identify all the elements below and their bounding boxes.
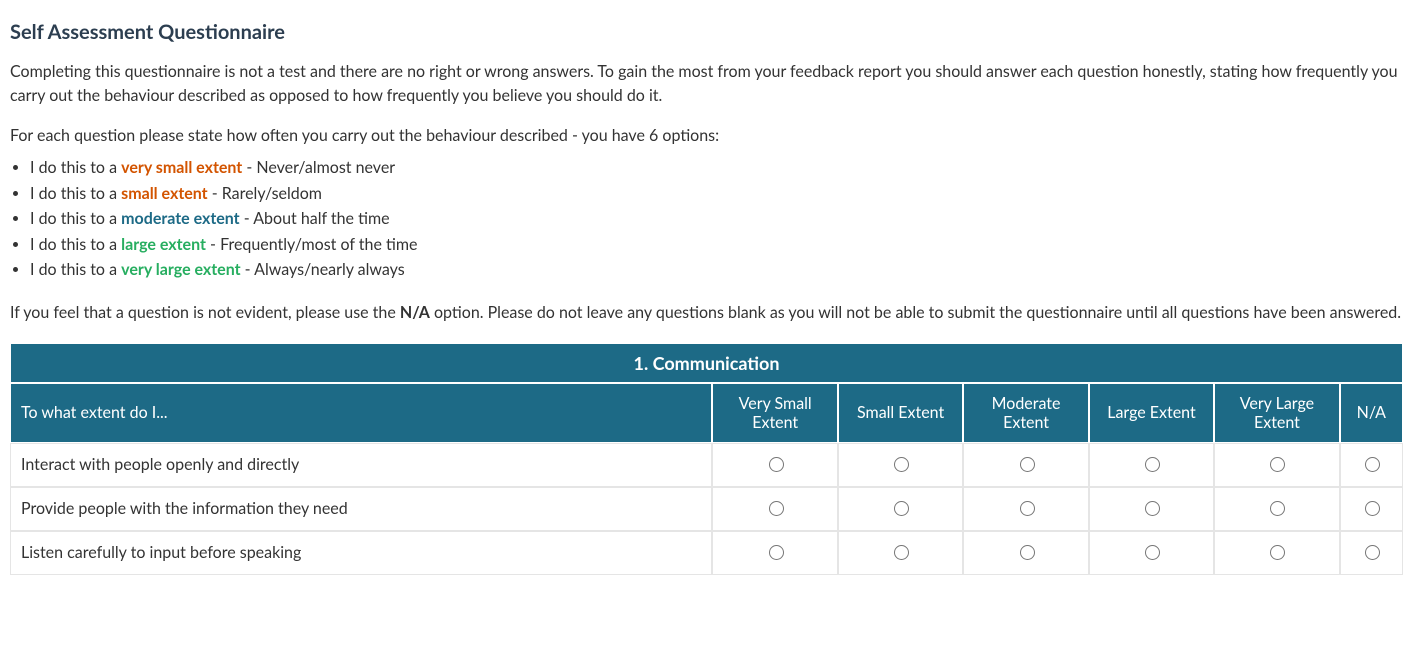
rating-cell (838, 443, 963, 487)
rating-radio[interactable] (894, 545, 909, 560)
intro-paragraph: Completing this questionnaire is not a t… (10, 60, 1403, 108)
option-pre: I do this to a (30, 184, 121, 203)
rating-radio[interactable] (769, 501, 784, 516)
option-keyword: moderate extent (121, 209, 239, 228)
rating-column-header: Moderate Extent (963, 383, 1088, 443)
rating-radio[interactable] (1365, 545, 1380, 560)
rating-radio[interactable] (1365, 501, 1380, 516)
rating-radio[interactable] (894, 457, 909, 472)
rating-column-header: Small Extent (838, 383, 963, 443)
na-note-pre: If you feel that a question is not evide… (10, 303, 400, 322)
question-text: Interact with people openly and directly (10, 443, 712, 487)
rating-radio[interactable] (1270, 457, 1285, 472)
option-pre: I do this to a (30, 235, 121, 254)
option-item: I do this to a very large extent - Alway… (30, 257, 1403, 283)
questionnaire-table: 1. CommunicationTo what extent do I...Ve… (10, 343, 1403, 575)
rating-radio[interactable] (769, 457, 784, 472)
options-list: I do this to a very small extent - Never… (10, 155, 1403, 283)
na-note-post: option. Please do not leave any question… (430, 303, 1401, 322)
question-text: Listen carefully to input before speakin… (10, 531, 712, 575)
rating-cell (1340, 443, 1403, 487)
na-note-strong: N/A (400, 303, 430, 322)
rating-cell (712, 531, 837, 575)
option-item: I do this to a small extent - Rarely/sel… (30, 181, 1403, 207)
option-item: I do this to a large extent - Frequently… (30, 232, 1403, 258)
rating-radio[interactable] (1270, 501, 1285, 516)
option-item: I do this to a very small extent - Never… (30, 155, 1403, 181)
rating-radio[interactable] (894, 501, 909, 516)
option-item: I do this to a moderate extent - About h… (30, 206, 1403, 232)
rating-radio[interactable] (1020, 545, 1035, 560)
rating-column-header: Large Extent (1089, 383, 1214, 443)
table-row: Interact with people openly and directly (10, 443, 1403, 487)
option-post: - Never/almost never (242, 158, 395, 177)
question-column-header: To what extent do I... (10, 383, 712, 443)
rating-cell (712, 487, 837, 531)
rating-radio[interactable] (1270, 545, 1285, 560)
option-post: - Frequently/most of the time (206, 235, 418, 254)
rating-radio[interactable] (1145, 545, 1160, 560)
rating-radio[interactable] (1365, 457, 1380, 472)
option-keyword: very small extent (121, 158, 242, 177)
option-keyword: small extent (121, 184, 207, 203)
rating-cell (838, 531, 963, 575)
option-post: - About half the time (240, 209, 390, 228)
option-keyword: large extent (121, 235, 206, 254)
section-title: 1. Communication (10, 343, 1403, 383)
option-pre: I do this to a (30, 260, 121, 279)
rating-cell (712, 443, 837, 487)
table-row: Provide people with the information they… (10, 487, 1403, 531)
rating-cell (963, 487, 1088, 531)
rating-cell (1340, 531, 1403, 575)
rating-radio[interactable] (1020, 457, 1035, 472)
rating-cell (1089, 487, 1214, 531)
rating-radio[interactable] (1145, 501, 1160, 516)
rating-cell (1214, 487, 1339, 531)
option-post: - Rarely/seldom (208, 184, 322, 203)
na-note: If you feel that a question is not evide… (10, 301, 1403, 325)
rating-column-header: Very Small Extent (712, 383, 837, 443)
rating-cell (1214, 531, 1339, 575)
rating-cell (1089, 443, 1214, 487)
options-lead: For each question please state how often… (10, 126, 1403, 145)
question-text: Provide people with the information they… (10, 487, 712, 531)
rating-radio[interactable] (1145, 457, 1160, 472)
rating-cell (963, 531, 1088, 575)
option-post: - Always/nearly always (241, 260, 405, 279)
rating-radio[interactable] (769, 545, 784, 560)
table-row: Listen carefully to input before speakin… (10, 531, 1403, 575)
rating-column-header: Very Large Extent (1214, 383, 1339, 443)
rating-column-header: N/A (1340, 383, 1403, 443)
option-pre: I do this to a (30, 158, 121, 177)
rating-cell (1214, 443, 1339, 487)
rating-cell (963, 443, 1088, 487)
rating-cell (838, 487, 963, 531)
rating-cell (1340, 487, 1403, 531)
rating-cell (1089, 531, 1214, 575)
option-keyword: very large extent (121, 260, 240, 279)
option-pre: I do this to a (30, 209, 121, 228)
rating-radio[interactable] (1020, 501, 1035, 516)
page-title: Self Assessment Questionnaire (10, 20, 1403, 44)
